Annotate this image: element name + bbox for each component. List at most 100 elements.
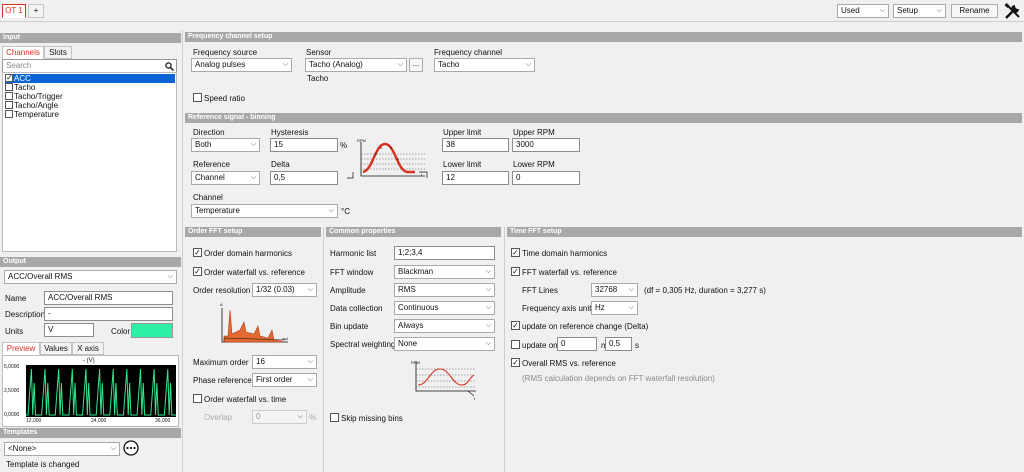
- sensor-select[interactable]: Tacho (Analog) ⌵: [305, 58, 407, 72]
- chevron-down-icon: ⌵: [110, 445, 116, 452]
- list-item[interactable]: Tacho/Trigger: [5, 92, 63, 101]
- color-swatch[interactable]: [131, 323, 173, 338]
- frequency-axis-unit-select[interactable]: Hz ⌵: [591, 301, 638, 315]
- upper-limit-label: Upper limit: [443, 128, 482, 137]
- graphic-x-label: ord: [282, 336, 288, 341]
- channel-checkbox[interactable]: [5, 92, 13, 100]
- order-fft-header: Order FFT setup: [185, 227, 321, 237]
- description-field[interactable]: -: [44, 307, 173, 321]
- harmonic-list-label: Harmonic list: [330, 249, 377, 258]
- upper-rpm-field[interactable]: 3000: [512, 138, 580, 152]
- amplitude-select[interactable]: RMS ⌵: [394, 283, 495, 297]
- chevron-down-icon: ⌵: [525, 61, 531, 68]
- channel-unit: °C: [341, 207, 350, 216]
- spectral-weighting-select[interactable]: None ⌵: [394, 337, 495, 351]
- template-select[interactable]: <None> ⌵: [4, 442, 120, 456]
- update-on-checkbox[interactable]: [511, 340, 520, 349]
- description-label: Description: [5, 310, 46, 319]
- phase-reference-select[interactable]: First order ⌵: [252, 373, 317, 387]
- name-label: Name: [5, 294, 27, 303]
- hysteresis-label: Hysteresis: [271, 128, 309, 137]
- lower-limit-field[interactable]: 12: [442, 171, 509, 185]
- graphic-y-label: RPM: [357, 138, 366, 143]
- max-order-label: Maximum order: [193, 358, 249, 367]
- order-spectrum-graphic: A ord: [220, 302, 288, 343]
- list-item[interactable]: Temperature: [5, 110, 59, 119]
- list-item[interactable]: ✓ACC: [5, 74, 175, 83]
- hysteresis-field[interactable]: 15: [270, 138, 338, 152]
- tools-icon[interactable]: [1004, 3, 1021, 20]
- order-waterfall-time-checkbox[interactable]: [193, 394, 202, 403]
- bin-update-graphic: RPM t: [411, 360, 476, 401]
- chevron-down-icon: ⌵: [485, 322, 491, 329]
- update-ref-checkbox[interactable]: ✓: [511, 321, 520, 330]
- tab-slots[interactable]: Slots: [44, 46, 72, 59]
- skip-missing-bins-checkbox[interactable]: [330, 413, 339, 422]
- update-minutes-field[interactable]: 0: [557, 337, 597, 351]
- y-tick-label: 5,0000: [4, 364, 20, 370]
- channel-checkbox[interactable]: ✓: [5, 74, 13, 82]
- used-select[interactable]: Used ⌵: [837, 4, 889, 18]
- upper-limit-field[interactable]: 38: [442, 138, 509, 152]
- fft-window-select[interactable]: Blackman ⌵: [394, 265, 495, 279]
- fft-lines-label: FFT Lines: [522, 286, 558, 295]
- more-options-icon[interactable]: [123, 440, 139, 456]
- channel-checkbox[interactable]: [5, 110, 13, 118]
- tab-channels[interactable]: Channels: [2, 46, 44, 59]
- y-tick-label: 2,5000: [4, 388, 20, 394]
- name-field[interactable]: ACC/Overall RMS: [44, 291, 173, 305]
- list-item[interactable]: Tacho/Angle: [5, 101, 58, 110]
- order-resolution-select[interactable]: 1/32 (0.03) ⌵: [252, 283, 317, 297]
- direction-select[interactable]: Both ⌵: [191, 138, 260, 152]
- templates-header: Templates: [0, 428, 181, 438]
- frequency-channel-select[interactable]: Tacho ⌵: [434, 58, 535, 72]
- rename-button[interactable]: Rename: [951, 4, 998, 18]
- delta-field[interactable]: 0,5: [270, 171, 338, 185]
- channel-checkbox[interactable]: [5, 101, 13, 109]
- phase-reference-label: Phase reference: [193, 376, 252, 385]
- setup-select[interactable]: Setup ⌵: [893, 4, 946, 18]
- reference-select[interactable]: Channel ⌵: [191, 171, 260, 185]
- time-domain-harmonics-checkbox[interactable]: ✓: [511, 248, 520, 257]
- reference-channel-select[interactable]: Temperature ⌵: [191, 204, 338, 218]
- overlap-label: Overlap: [204, 413, 233, 422]
- sensor-browse-button[interactable]: ...: [409, 58, 423, 72]
- chevron-down-icon: ⌵: [936, 7, 942, 14]
- speed-ratio-checkbox[interactable]: [193, 93, 202, 102]
- fft-lines-select[interactable]: 32768 ⌵: [591, 283, 638, 297]
- y-tick-label: 0,0000: [4, 412, 20, 418]
- reference-header: Reference signal - binning: [185, 113, 1022, 123]
- bin-update-select[interactable]: Always ⌵: [394, 319, 495, 333]
- max-order-select[interactable]: 16 ⌵: [252, 355, 317, 369]
- units-label: Units: [5, 327, 24, 336]
- frequency-axis-unit-label: Frequency axis unit: [522, 304, 592, 313]
- overall-rms-checkbox[interactable]: ✓: [511, 358, 520, 367]
- chevron-down-icon: ⌵: [307, 358, 313, 365]
- output-select[interactable]: ACC/Overall RMS ⌵: [4, 270, 177, 284]
- channel-checkbox[interactable]: [5, 83, 13, 91]
- order-domain-harmonics-checkbox[interactable]: ✓: [193, 248, 202, 257]
- search-input[interactable]: Search: [2, 59, 177, 73]
- tab-preview[interactable]: Preview: [2, 342, 40, 355]
- chevron-down-icon: ⌵: [282, 61, 288, 68]
- tab-values[interactable]: Values: [40, 342, 72, 355]
- fft-waterfall-ref-checkbox[interactable]: ✓: [511, 267, 520, 276]
- order-waterfall-time-label: Order waterfall vs. time: [204, 395, 287, 404]
- channel-list: ✓ACC Tacho Tacho/Trigger Tacho/Angle Tem…: [2, 72, 177, 252]
- graphic-x-label: t: [474, 396, 476, 401]
- overlap-select[interactable]: 0 ⌵: [252, 410, 307, 424]
- list-item[interactable]: Tacho: [5, 83, 35, 92]
- chevron-down-icon: ⌵: [250, 141, 256, 148]
- tab-x-axis[interactable]: X axis: [72, 342, 104, 355]
- harmonic-list-field[interactable]: 1;2;3,4: [394, 246, 495, 260]
- update-seconds-field[interactable]: 0,5: [605, 337, 632, 351]
- overall-rms-label: Overall RMS vs. reference: [522, 359, 616, 368]
- input-header: Input: [0, 33, 181, 43]
- tab-ot1[interactable]: OT 1: [2, 4, 26, 18]
- frequency-source-select[interactable]: Analog pulses ⌵: [191, 58, 292, 72]
- order-waterfall-ref-checkbox[interactable]: ✓: [193, 267, 202, 276]
- lower-rpm-field[interactable]: 0: [512, 171, 580, 185]
- data-collection-select[interactable]: Continuous ⌵: [394, 301, 495, 315]
- units-field[interactable]: V: [44, 323, 94, 337]
- add-tab-button[interactable]: +: [28, 4, 44, 18]
